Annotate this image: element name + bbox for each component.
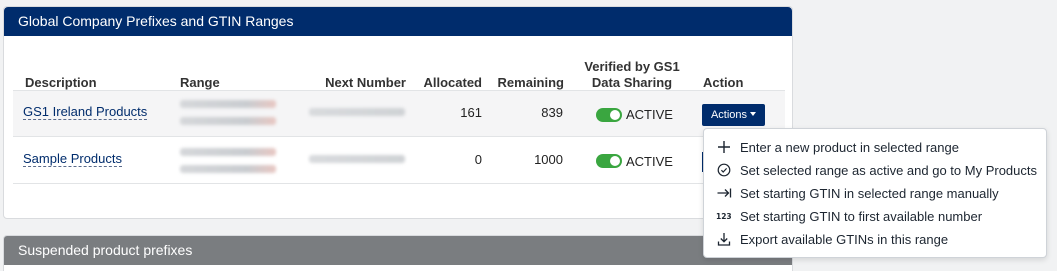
arrow-to-bar-icon — [716, 185, 732, 201]
column-verified-line2: Data Sharing — [591, 75, 673, 90]
actions-dropdown-button[interactable]: Actions — [702, 104, 765, 126]
allocated-value: 161 — [460, 105, 482, 120]
column-verified-line1: Verified by GS1 — [584, 59, 680, 74]
next-number-redacted — [309, 108, 405, 116]
column-range: Range — [180, 75, 220, 90]
range-start-redacted — [180, 148, 276, 156]
column-action: Action — [703, 75, 744, 90]
suspended-card-title: Suspended product prefixes — [4, 236, 792, 265]
next-number-redacted — [309, 155, 405, 163]
data-sharing-toggle[interactable] — [596, 108, 622, 122]
column-allocated: Allocated — [423, 75, 482, 90]
actions-button-label: Actions — [710, 109, 748, 121]
prefixes-card-title: Global Company Prefixes and GTIN Ranges — [4, 7, 792, 36]
actions-menu: Enter a new product in selected range Se… — [703, 128, 1047, 258]
suspended-card: Suspended product prefixes — [3, 235, 793, 271]
table-row[interactable]: GS1 Ireland Products 161 839 ACTIVE — [13, 90, 785, 137]
status-label: ACTIVE — [626, 107, 673, 122]
check-circle-icon — [716, 162, 732, 178]
range-end-redacted — [180, 117, 276, 125]
table-row[interactable]: Sample Products 0 1000 ACTIVE — [13, 137, 785, 184]
menu-item-set-active[interactable]: Set selected range as active and go to M… — [716, 161, 1037, 181]
data-sharing-toggle[interactable] — [596, 154, 622, 168]
column-description: Description — [25, 75, 97, 90]
svg-text:123: 123 — [716, 212, 732, 221]
remaining-value: 839 — [541, 105, 563, 120]
allocated-value: 0 — [474, 152, 482, 167]
range-start-redacted — [180, 100, 276, 108]
range-description-link[interactable]: Sample Products — [23, 151, 122, 167]
range-end-redacted — [180, 165, 276, 173]
status-label: ACTIVE — [626, 154, 673, 169]
column-next-number: Next Number — [325, 75, 406, 90]
plus-icon — [716, 139, 732, 155]
remaining-value: 1000 — [534, 152, 563, 167]
caret-down-icon — [750, 112, 757, 117]
menu-item-set-manual[interactable]: Set starting GTIN in selected range manu… — [716, 184, 999, 204]
menu-item-export[interactable]: Export available GTINs in this range — [716, 230, 948, 250]
numbers-123-icon: 123 — [716, 208, 732, 224]
menu-item-new-product[interactable]: Enter a new product in selected range — [716, 138, 959, 158]
range-description-link[interactable]: GS1 Ireland Products — [23, 104, 148, 120]
menu-item-set-first-available[interactable]: 123 Set starting GTIN to first available … — [716, 207, 982, 227]
column-remaining: Remaining — [497, 75, 564, 90]
download-icon — [716, 231, 732, 247]
column-verified: Verified by GS1 Data Sharing — [582, 59, 682, 91]
